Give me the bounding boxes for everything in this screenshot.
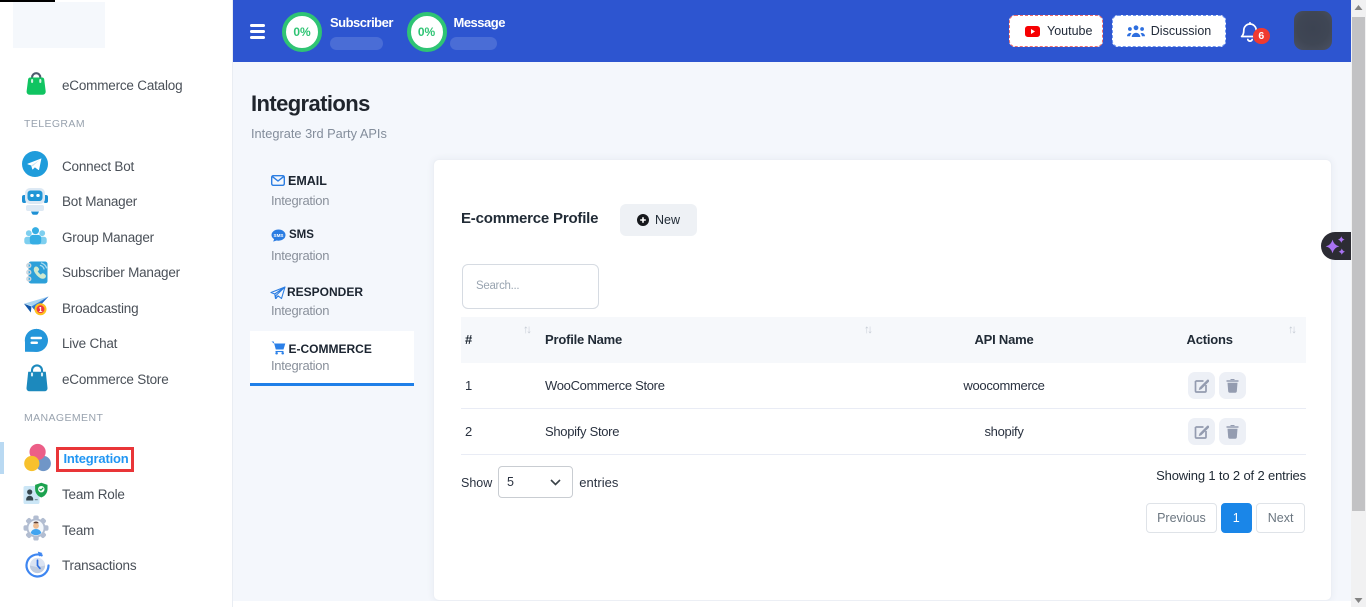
svg-text:1: 1 <box>39 307 43 314</box>
svg-text:SMS: SMS <box>274 233 284 238</box>
